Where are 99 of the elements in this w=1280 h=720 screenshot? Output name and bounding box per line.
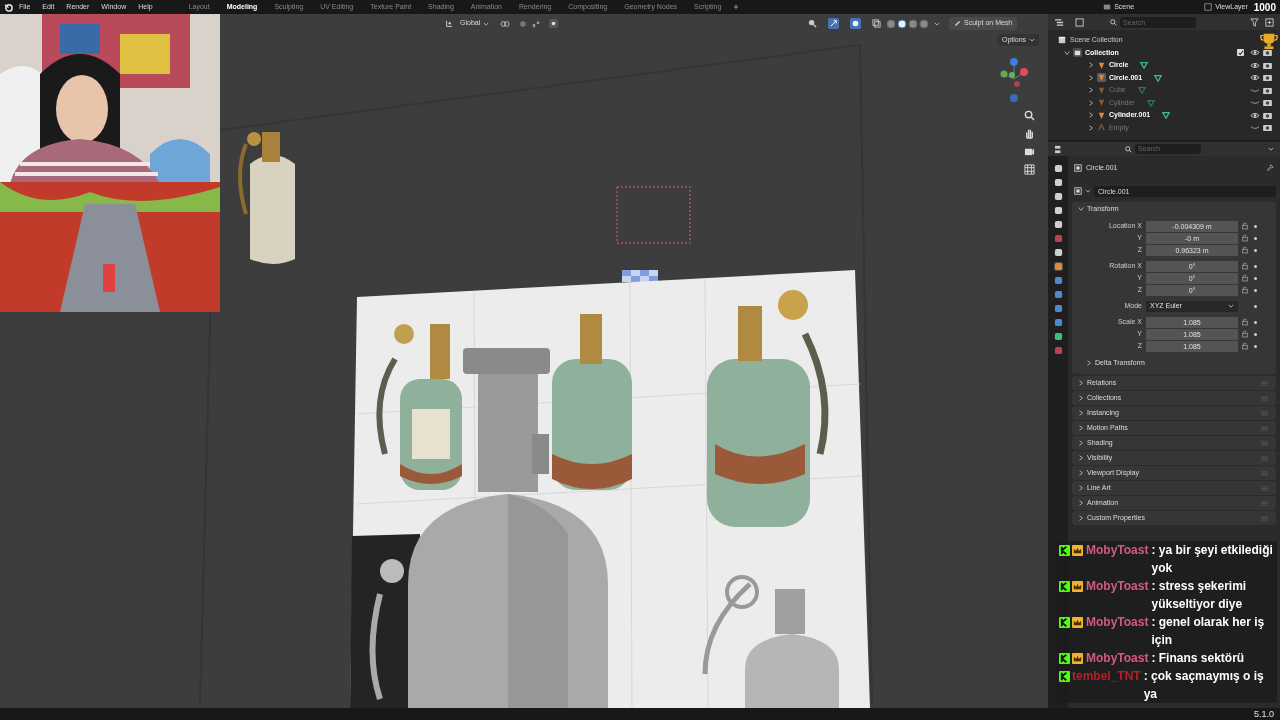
lock-icon[interactable]	[1242, 274, 1248, 282]
chevron-icon[interactable]	[1078, 470, 1084, 476]
pivot-icon[interactable]	[445, 19, 453, 28]
lock-icon[interactable]	[1242, 318, 1248, 326]
new-collection-icon[interactable]	[1265, 17, 1274, 27]
drag-handle-icon[interactable]	[1261, 515, 1268, 521]
caret-icon	[1029, 37, 1036, 43]
mesh-object-icon[interactable]	[1097, 110, 1106, 120]
chat-message: : çok saçmaymış o iş ya	[1143, 668, 1265, 703]
chevron-icon[interactable]	[1078, 410, 1084, 416]
drag-handle-icon[interactable]	[1261, 380, 1268, 386]
chevron-icon[interactable]	[1078, 380, 1084, 386]
platform-badge-icon	[1059, 671, 1070, 682]
version-label: 5.1.0	[1253, 709, 1274, 719]
overlays-toggle-icon[interactable]	[850, 18, 861, 29]
drag-handle-icon[interactable]	[1261, 440, 1268, 446]
caret-icon	[1228, 303, 1234, 309]
chat-message: : genel olarak her iş için	[1151, 614, 1266, 649]
caret-icon	[483, 20, 490, 27]
add-icon[interactable]	[733, 4, 740, 10]
lock-icon[interactable]	[1242, 330, 1248, 338]
lock-icon[interactable]	[1242, 342, 1248, 350]
eye-icon[interactable]	[1250, 111, 1260, 119]
filter-icon[interactable]	[1250, 17, 1259, 27]
drag-handle-icon[interactable]	[1261, 500, 1268, 506]
camera-icon[interactable]	[1263, 99, 1272, 107]
camera-icon[interactable]	[1263, 74, 1272, 82]
shading-mode-icon[interactable]	[897, 18, 907, 29]
snap-icon[interactable]	[519, 19, 528, 28]
trophy-icon	[1260, 32, 1278, 50]
xray-icon[interactable]	[872, 19, 881, 28]
snap-target-icon[interactable]	[532, 19, 541, 28]
drag-handle-icon[interactable]	[1261, 395, 1268, 401]
chat-username: MobyToast	[1086, 542, 1149, 559]
checkbox[interactable]	[1237, 49, 1244, 57]
chevron-icon[interactable]	[1078, 440, 1084, 446]
chevron-icon[interactable]	[1078, 455, 1084, 461]
chat-message: : Finans sektörü	[1151, 650, 1245, 667]
eye-icon[interactable]	[1250, 49, 1260, 57]
camera-icon[interactable]	[1263, 61, 1272, 69]
chat-message: : ya bir şeyi etkilediği yok	[1151, 542, 1273, 577]
lock-icon[interactable]	[1242, 246, 1248, 254]
proportional-edit-icon[interactable]	[549, 19, 559, 28]
platform-badge-icon	[1059, 581, 1070, 592]
chevron-icon[interactable]	[1078, 485, 1084, 491]
caret-icon[interactable]	[934, 20, 940, 27]
display-mode-icon[interactable]	[1075, 17, 1086, 27]
pin-icon[interactable]	[1266, 164, 1274, 172]
chat-username: tembel_TNT	[1072, 668, 1141, 685]
oxygen-tank-drawing[interactable]	[238, 132, 295, 264]
caret-icon[interactable]	[1085, 188, 1091, 194]
drag-handle-icon[interactable]	[1261, 425, 1268, 431]
platform-badge-icon	[1059, 653, 1070, 664]
link-icon[interactable]	[500, 19, 511, 28]
point-counter: 1000	[1253, 0, 1276, 15]
search-icon	[1125, 145, 1132, 153]
gizmo-toggle-icon[interactable]	[828, 18, 839, 29]
chevron-icon[interactable]	[1086, 360, 1092, 366]
chevron-icon[interactable]	[1078, 395, 1084, 401]
lock-icon[interactable]	[1242, 262, 1248, 270]
chevron-icon[interactable]	[1078, 206, 1084, 212]
chat-username: MobyToast	[1086, 614, 1149, 631]
chat-username: MobyToast	[1086, 650, 1149, 667]
search-icon	[1110, 18, 1117, 26]
brush-icon	[954, 20, 961, 27]
eye-icon[interactable]	[1250, 74, 1260, 82]
platform-badge-icon	[1059, 545, 1070, 556]
platform-badge-icon	[1059, 617, 1070, 628]
drag-handle-icon[interactable]	[1261, 455, 1268, 461]
camera-icon[interactable]	[1263, 49, 1272, 57]
chevron-icon[interactable]	[1078, 515, 1084, 521]
eye-icon[interactable]	[1250, 61, 1260, 69]
lock-icon[interactable]	[1242, 222, 1248, 230]
closed-eye-icon[interactable]	[1250, 124, 1260, 132]
drag-handle-icon[interactable]	[1261, 410, 1268, 416]
chevron-icon[interactable]	[1078, 500, 1084, 506]
zoom-icon[interactable]	[1024, 110, 1035, 121]
lock-icon[interactable]	[1242, 286, 1248, 294]
drag-handle-icon[interactable]	[1261, 470, 1268, 476]
valve-head-drawing[interactable]	[463, 348, 550, 492]
mesh-object-icon[interactable]	[1097, 73, 1106, 83]
camera-icon[interactable]	[1263, 111, 1272, 119]
chat-message: : stress şekerimi yükseltiyor diye	[1151, 578, 1248, 613]
visibility-icon[interactable]	[808, 19, 817, 28]
chevron-icon[interactable]	[1078, 425, 1084, 431]
mesh-object-icon[interactable]	[1097, 60, 1106, 70]
camera-icon[interactable]	[1024, 146, 1035, 157]
hand-icon[interactable]	[1024, 128, 1035, 139]
app-logo-icon[interactable]	[4, 2, 13, 12]
drag-handle-icon[interactable]	[1261, 485, 1268, 491]
lock-icon[interactable]	[1242, 234, 1248, 242]
chat-username: MobyToast	[1086, 578, 1149, 595]
camera-icon[interactable]	[1263, 124, 1272, 132]
camera-icon[interactable]	[1263, 86, 1272, 94]
caret-icon[interactable]	[1268, 146, 1274, 152]
checkerboard-drawing	[622, 270, 658, 282]
grid-icon[interactable]	[1024, 164, 1035, 175]
chevron-icon[interactable]	[1064, 49, 1070, 56]
editor-type-icon[interactable]	[1054, 17, 1065, 27]
